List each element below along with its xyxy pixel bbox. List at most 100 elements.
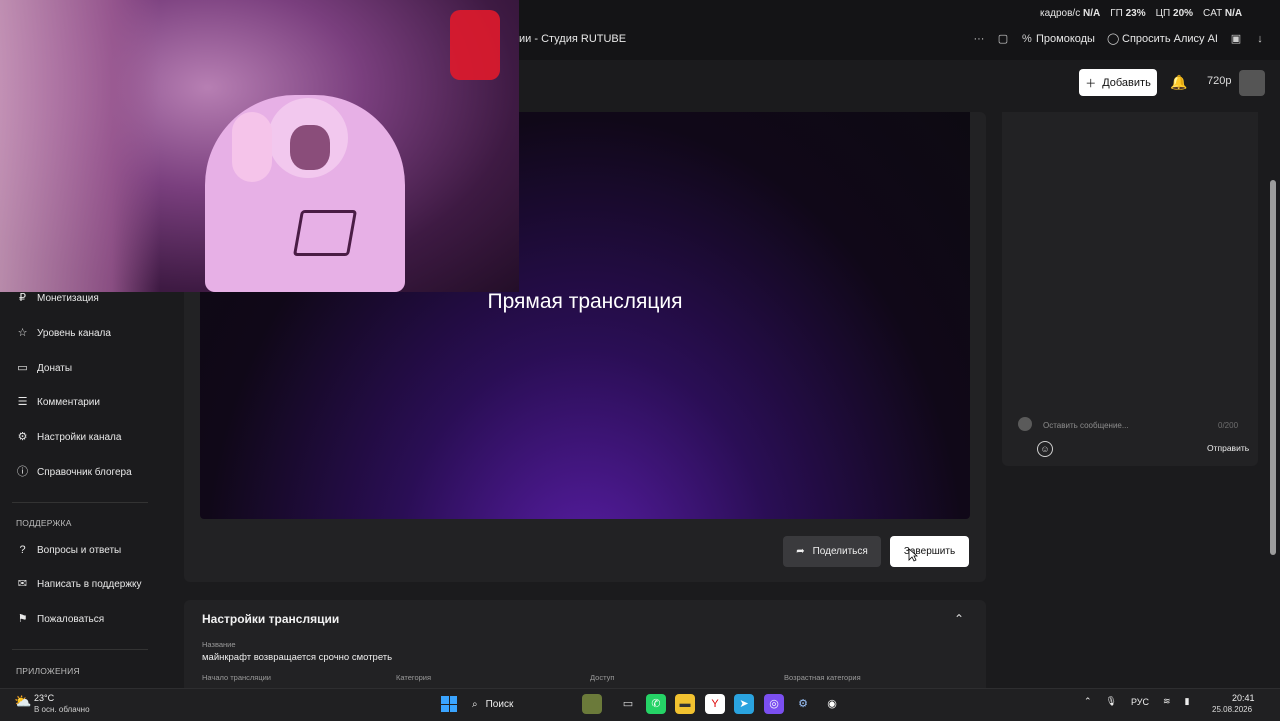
perf-overlay: кадров/с N/A ГП 23% ЦП 20% CAT N/A [1040,8,1242,19]
sidebar-item-label: Справочник блогера [37,467,132,478]
collections-icon[interactable]: ▣ [1230,33,1242,45]
finish-button[interactable]: Завершить [890,536,969,567]
weather-icon[interactable]: ⛅ [14,693,32,711]
stream-settings: Настройки трансляции ⌃ Название майнкраф… [184,600,986,688]
sidebar-item-report[interactable]: ⚑ Пожаловаться [16,613,105,626]
sidebar-item-label: Донаты [37,363,73,374]
download-icon[interactable]: ↓ [1254,33,1266,45]
share-icon: ➦ [796,546,805,557]
settings-title: Настройки трансляции [202,612,340,626]
mouse-cursor-icon [908,548,918,562]
share-button[interactable]: ➦ Поделиться [783,536,881,567]
fps-value: N/A [1083,8,1101,19]
taskview-icon[interactable]: ▭ [618,694,638,714]
age-label: Возрастная категория [784,673,861,682]
gpu-label: ГП [1110,8,1123,19]
promo-label: Промокоды [1036,33,1095,45]
taskbar-search[interactable]: ⌕ Поиск [466,693,582,715]
wifi-icon[interactable]: ≋ [1163,696,1171,707]
emoji-icon[interactable]: ☺ [1037,441,1053,457]
more-icon[interactable]: ··· [973,33,985,45]
alice-button[interactable]: ◯ Спросить Алису AI [1107,33,1218,45]
name-value[interactable]: майнкрафт возвращается срочно смотреть [202,652,392,663]
avatar[interactable] [1239,70,1265,96]
bell-icon[interactable]: 🔔 [1170,74,1188,92]
promo-button[interactable]: % Промокоды [1021,33,1095,45]
start-label: Начало трансляции [202,673,271,682]
add-button[interactable]: ＋ Добавить [1079,69,1157,96]
bookmark-icon[interactable]: ▢ [997,33,1009,45]
sidebar-item-label: Монетизация [37,293,99,304]
chat-icon: ✉ [17,578,28,590]
support-section-title: ПОДДЕРЖКА [16,518,72,528]
webcam-overlay [0,0,519,292]
chat-char-count: 0/200 [1218,421,1239,430]
chevron-up-icon[interactable]: ⌃ [1084,696,1092,707]
flag-icon: ⚑ [17,613,28,625]
start-button[interactable] [441,696,457,712]
address-bar[interactable]: ии - Студия RUTUBE ··· ▢ % Промокоды ◯ С… [519,28,1280,50]
ruble-icon: ₽ [19,292,26,304]
obs-icon[interactable]: ◉ [822,694,842,714]
sidebar-item-faq[interactable]: ? Вопросы и ответы [16,544,121,557]
mic-icon[interactable]: 🎙 [1106,696,1117,707]
weather-desc: В осн. облачно [34,705,90,714]
weather-temp[interactable]: 23°C [34,693,54,703]
sidebar-item-channel-settings[interactable]: ⚙ Настройки канала [16,431,122,444]
sidebar: ₽ Монетизация ☆ Уровень канала ▭ Донаты … [0,292,160,688]
clock-time[interactable]: 20:41 [1232,693,1255,703]
info-icon: ⓘ [17,466,28,478]
share-label: Поделиться [812,546,868,557]
star-icon: ☆ [17,327,28,339]
sidebar-item-label: Пожаловаться [37,614,105,625]
search-label: Поиск [485,698,514,710]
tab-title[interactable]: ии - Студия RUTUBE [519,33,626,45]
gpu-value: 23% [1125,8,1146,19]
access-label: Доступ [590,673,615,682]
sidebar-item-label: Уровень канала [37,328,111,339]
taskbar-app-game[interactable] [582,694,602,714]
collapse-chevron-icon[interactable]: ⌃ [954,612,964,626]
sidebar-item-label: Написать в поддержку [37,579,142,590]
page-scrollbar[interactable] [1270,180,1276,555]
alice-label: Спросить Алису AI [1122,33,1218,45]
sidebar-item-guide[interactable]: ⓘ Справочник блогера [16,466,132,479]
fps-label: кадров/с [1040,8,1081,19]
sidebar-divider [12,649,148,650]
yandex-browser-icon[interactable]: Y [705,694,725,714]
whatsapp-icon[interactable]: ✆ [646,694,666,714]
sidebar-item-comments[interactable]: ☰ Комментарии [16,396,100,409]
sidebar-item-level[interactable]: ☆ Уровень канала [16,327,111,340]
add-label: Добавить [1102,76,1151,89]
sidebar-item-write-support[interactable]: ✉ Написать в поддержку [16,578,142,591]
battery-icon[interactable]: ▮ [1185,696,1190,707]
sidebar-divider [12,502,148,503]
chat-panel [1002,112,1258,466]
chat-send-button[interactable]: Отправить [1207,443,1249,453]
chat-app-icon[interactable]: ◎ [764,694,784,714]
quality-label[interactable]: 720p [1207,75,1231,87]
wallet-icon: ▭ [17,362,28,374]
system-tray[interactable]: ⌃ 🎙 РУС ≋ ▮ [1084,696,1190,707]
lang-indicator[interactable]: РУС [1131,697,1149,707]
sidebar-item-donations[interactable]: ▭ Донаты [16,362,72,375]
category-label: Категория [396,673,432,682]
chat-input[interactable]: Оставить сообщение... [1043,421,1129,430]
comment-icon: ☰ [17,396,28,408]
sidebar-item-label: Комментарии [37,397,100,408]
name-label: Название [202,640,236,649]
question-icon: ? [19,544,26,556]
folder-icon[interactable]: ▬ [675,694,695,714]
sat-label: CAT [1203,8,1223,19]
apps-section-title: ПРИЛОЖЕНИЯ [16,666,80,676]
settings-app-icon[interactable]: ⚙ [793,694,813,714]
gear-icon: ⚙ [17,431,28,443]
sidebar-item-label: Настройки канала [37,432,122,443]
sidebar-item-monetization[interactable]: ₽ Монетизация [16,292,99,305]
chat-avatar [1018,417,1032,431]
telegram-icon[interactable]: ➤ [734,694,754,714]
percent-icon: % [1022,33,1032,45]
clock-date[interactable]: 25.08.2026 [1212,705,1252,714]
cpu-value: 20% [1173,8,1194,19]
cpu-label: ЦП [1155,8,1171,19]
